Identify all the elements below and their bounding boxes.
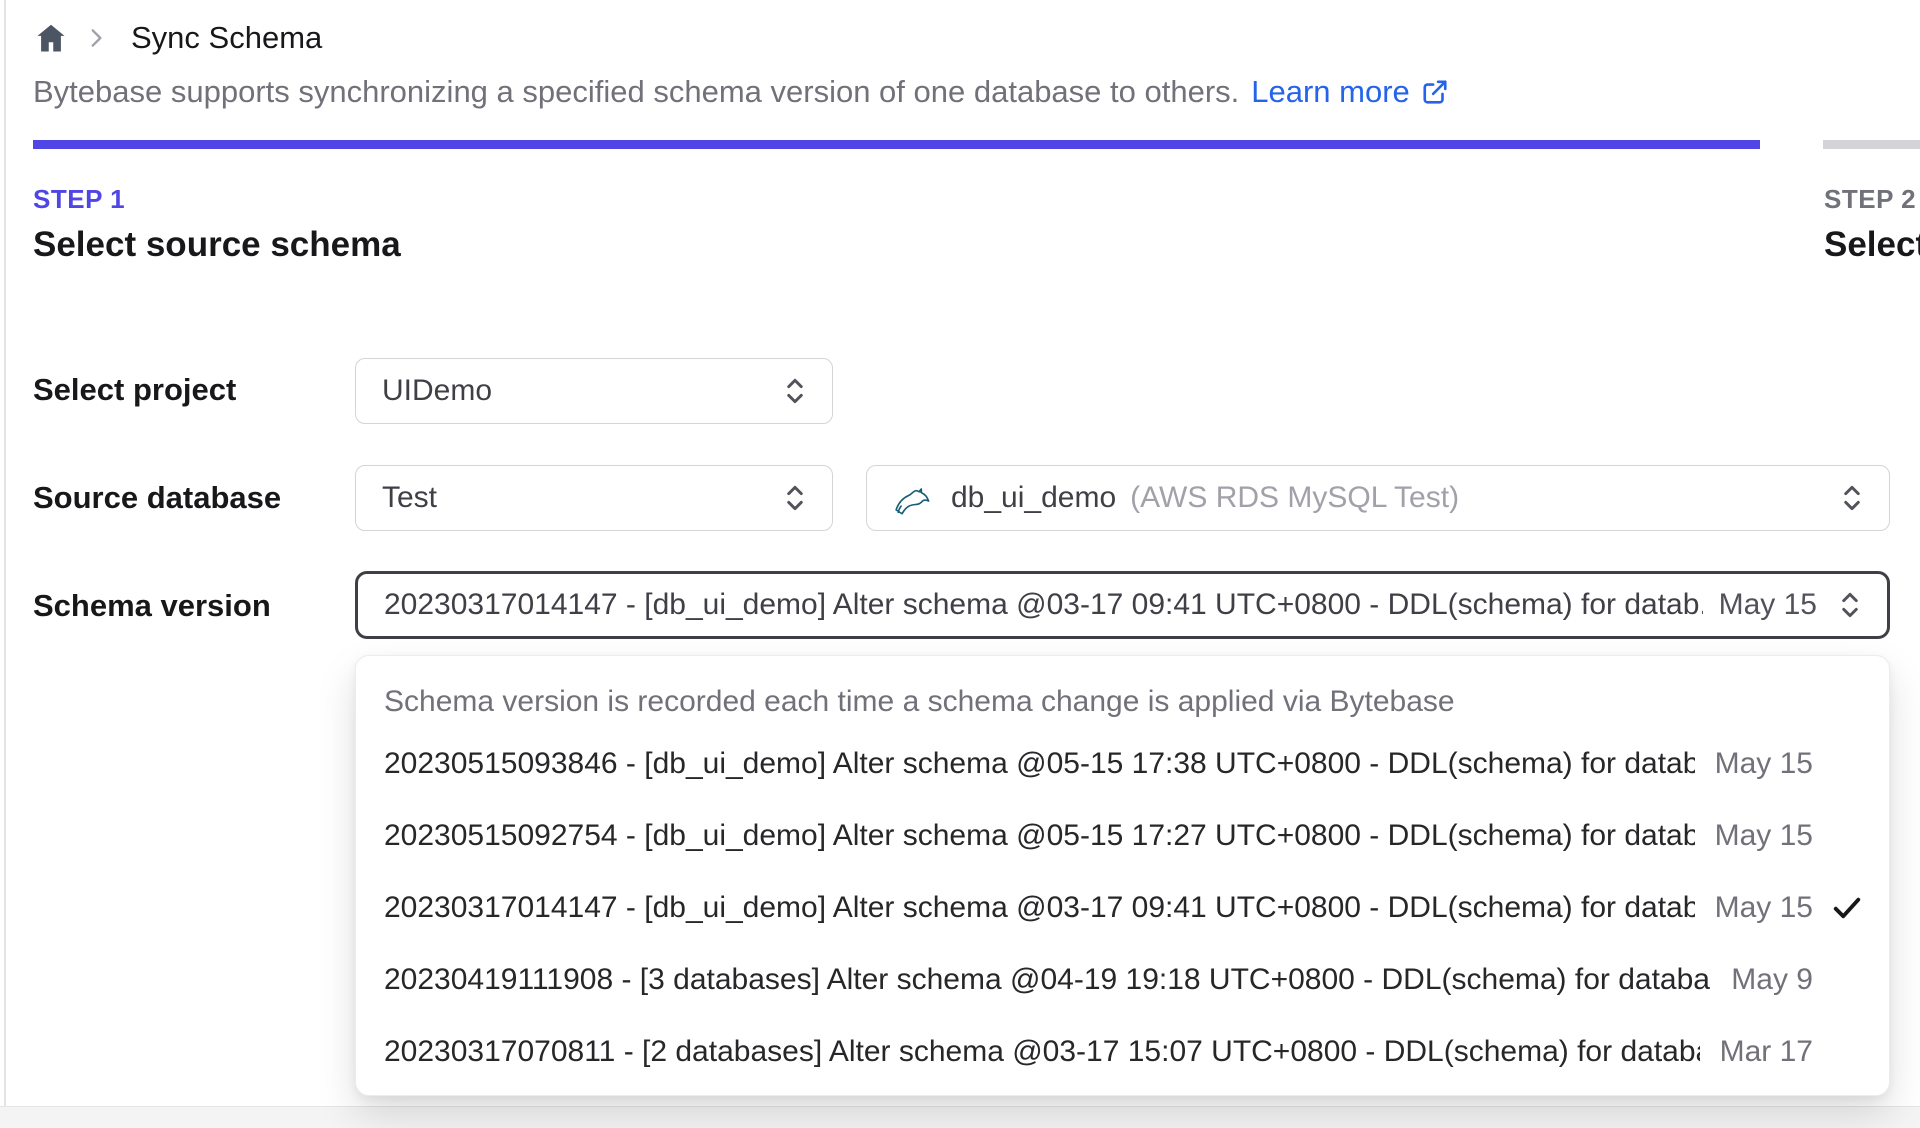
project-select-value: UIDemo [382,374,493,407]
schema-version-select-date: May 15 [1718,588,1817,621]
schema-version-option[interactable]: 20230419111908 - [3 databases] Alter sch… [356,944,1889,1016]
step-2: STEP 2 Select t [1824,184,1920,265]
sync-schema-page: Sync Schema Bytebase supports synchroniz… [0,0,1920,1128]
environment-select-value: Test [382,481,438,514]
database-select[interactable]: db_ui_demo (AWS RDS MySQL Test) [866,465,1890,531]
schema-version-option[interactable]: 20230515092754 - [db_ui_demo] Alter sche… [356,800,1889,872]
project-select[interactable]: UIDemo [355,358,833,424]
option-date: May 15 [1714,747,1813,780]
bottom-section-edge [0,1106,1920,1128]
chevron-up-down-icon [1837,481,1867,515]
progress-bar-step1 [33,140,1760,149]
schema-version-option[interactable]: 20230515093846 - [db_ui_demo] Alter sche… [356,728,1889,800]
schema-version-dropdown: Schema version is recorded each time a s… [355,655,1890,1096]
option-text: 20230419111908 - [3 databases] Alter sch… [384,963,1712,996]
step-2-title: Select t [1824,225,1920,264]
check-icon [1813,1034,1865,1070]
option-text: 20230515092754 - [db_ui_demo] Alter sche… [384,819,1695,852]
option-text: 20230515093846 - [db_ui_demo] Alter sche… [384,747,1695,780]
option-date: Mar 17 [1719,1035,1813,1068]
option-date: May 15 [1714,819,1813,852]
schema-version-option[interactable]: 20230317014147 - [db_ui_demo] Alter sche… [356,872,1889,944]
database-select-value: db_ui_demo [951,481,1117,514]
chevron-up-down-icon [780,374,810,408]
database-select-detail: (AWS RDS MySQL Test) [1130,481,1460,514]
step-1: STEP 1 Select source schema [33,184,401,265]
schema-version-option[interactable]: 20230317070811 - [2 databases] Alter sch… [356,1016,1889,1088]
option-date: May 9 [1731,963,1813,996]
chevron-up-down-icon [1835,588,1865,622]
step-1-title: Select source schema [33,225,401,264]
progress-bar-step2 [1823,140,1920,149]
learn-more-label: Learn more [1251,74,1410,109]
check-icon [1813,890,1865,926]
schema-version-label: Schema version [33,588,271,623]
mysql-icon [893,480,933,516]
select-project-label: Select project [33,372,237,407]
environment-select[interactable]: Test [355,465,833,531]
schema-version-select[interactable]: 20230317014147 - [db_ui_demo] Alter sche… [355,571,1890,639]
content-left-divider [4,0,6,1128]
check-icon [1813,962,1865,998]
description-text: Bytebase supports synchronizing a specif… [33,74,1240,109]
learn-more-link[interactable]: Learn more [1251,74,1450,110]
check-icon [1813,818,1865,854]
breadcrumb: Sync Schema [33,16,322,60]
home-icon[interactable] [33,20,69,56]
page-description: Bytebase supports synchronizing a specif… [33,74,1450,110]
option-text: 20230317014147 - [db_ui_demo] Alter sche… [384,891,1695,924]
option-date: May 15 [1714,891,1813,924]
chevron-up-down-icon [780,481,810,515]
schema-version-option-list: 20230515093846 - [db_ui_demo] Alter sche… [356,728,1889,1088]
chevron-right-icon [83,25,109,51]
check-icon [1813,746,1865,782]
step-2-label: STEP 2 [1824,184,1917,214]
source-database-label: Source database [33,480,282,515]
schema-version-select-value: 20230317014147 - [db_ui_demo] Alter sche… [384,588,1703,621]
page-title: Sync Schema [131,20,323,55]
dropdown-hint-text: Schema version is recorded each time a s… [384,685,1455,718]
external-link-icon [1420,77,1450,107]
option-text: 20230317070811 - [2 databases] Alter sch… [384,1035,1700,1068]
step-1-label: STEP 1 [33,184,126,214]
